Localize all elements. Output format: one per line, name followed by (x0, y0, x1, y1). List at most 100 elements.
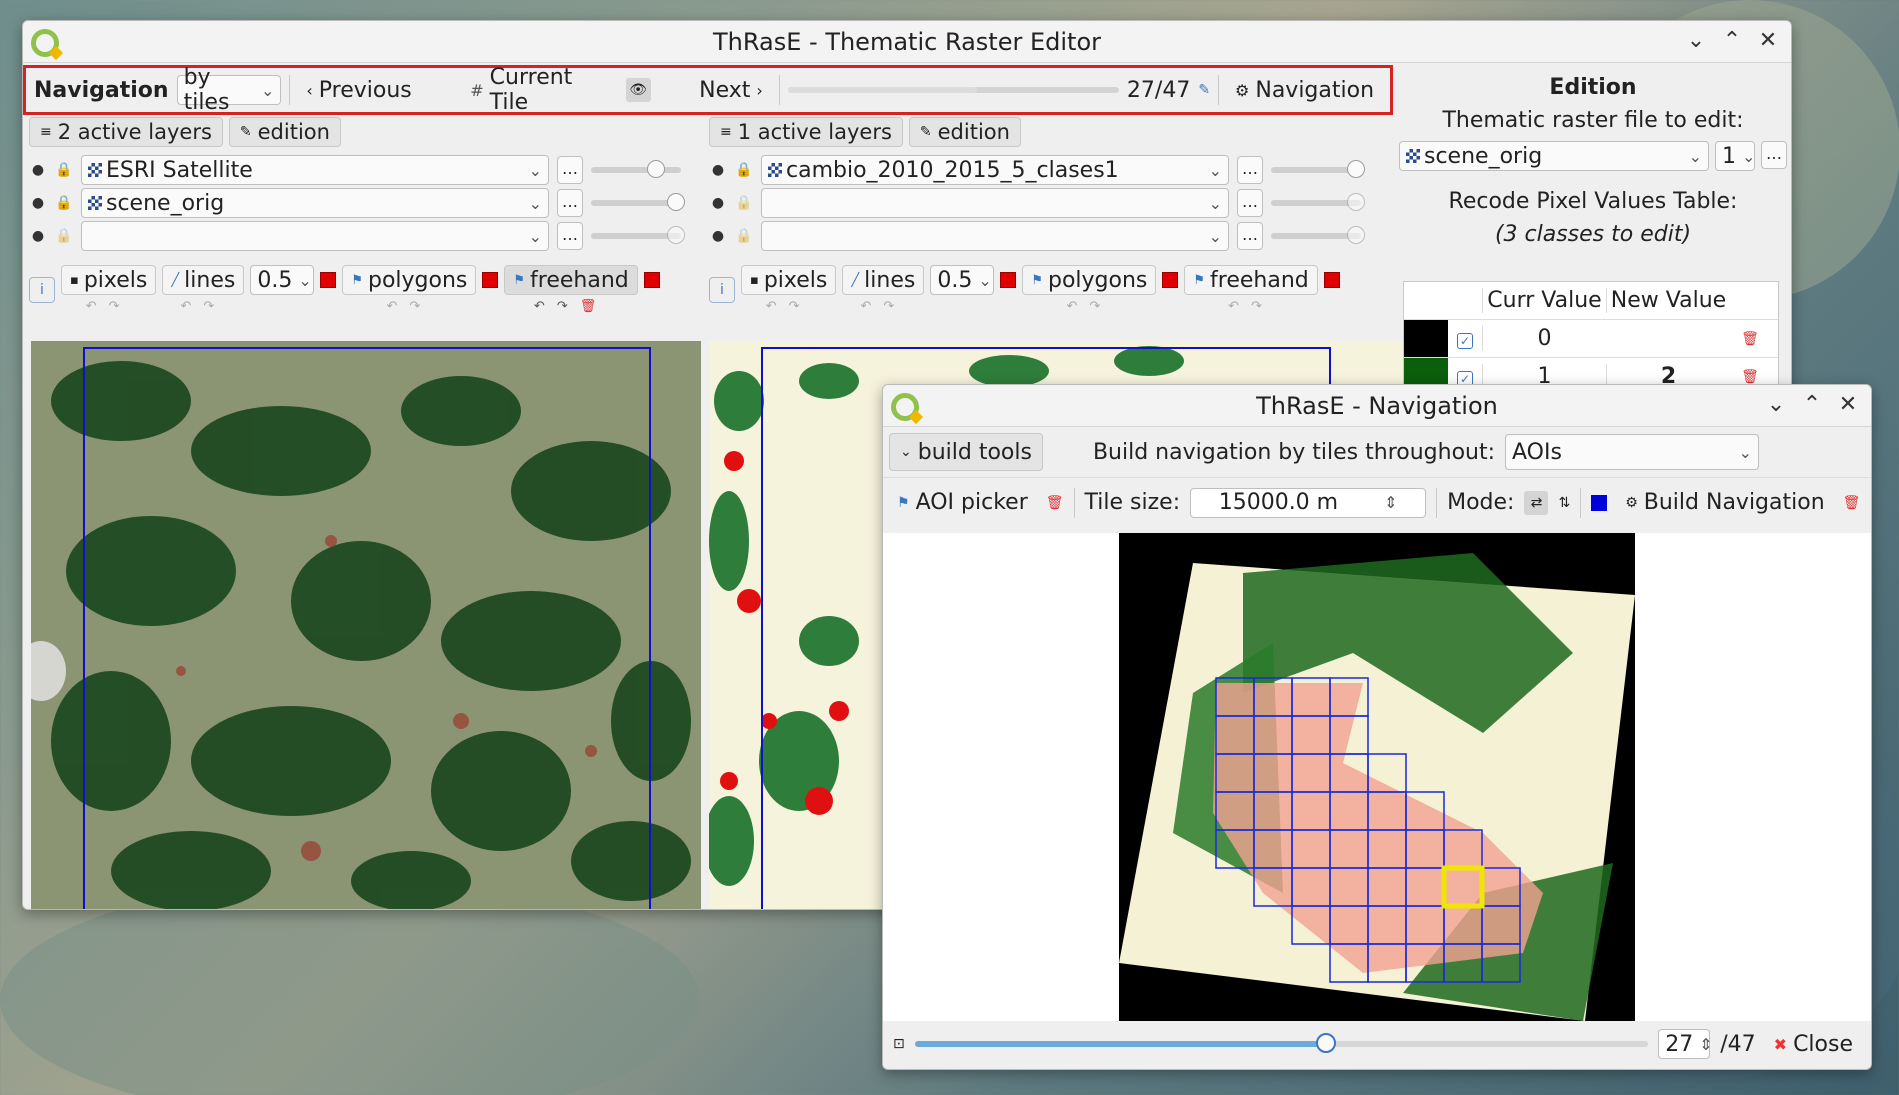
opacity-slider[interactable] (1271, 193, 1365, 211)
maximize-icon[interactable]: ⌃ (1721, 27, 1743, 55)
undo-redo-icons[interactable]: ↶↷ (1228, 299, 1274, 314)
trash-icon[interactable]: 🗑 (1843, 495, 1861, 511)
undo-redo-icons[interactable]: ↶↷ (1066, 299, 1112, 314)
opacity-slider[interactable] (591, 193, 685, 211)
thematic-file-select[interactable]: scene_orig ⌄ (1399, 141, 1709, 171)
tile-number-spinbox[interactable]: 27 ⇕ (1658, 1029, 1713, 1059)
layer-browse-button[interactable]: … (557, 222, 583, 250)
polygons-tool-button[interactable]: ⚑ polygons (342, 265, 477, 295)
eye-icon[interactable]: ● (709, 228, 727, 244)
aoi-picker-button[interactable]: ⚑ AOI picker (889, 490, 1036, 515)
lines-tool-button[interactable]: ╱ lines (842, 265, 925, 295)
eye-icon[interactable]: 👁 (625, 78, 651, 102)
active-layers-button[interactable]: ≡ 1 active layers (709, 117, 903, 147)
thematic-file-browse-button[interactable]: … (1761, 141, 1787, 169)
layer-select[interactable]: cambio_2010_2015_5_clases1 ⌄ (761, 155, 1229, 185)
build-by-select[interactable]: AOIs ⌄ (1505, 434, 1760, 470)
line-width-spinbox[interactable]: 0.5 ⌄ (250, 265, 315, 295)
info-icon[interactable]: i (29, 277, 55, 303)
undo-redo-icons[interactable]: ↶↷ (386, 299, 432, 314)
navigation-map-canvas[interactable] (883, 533, 1871, 1021)
left-map-canvas[interactable] (23, 341, 701, 909)
navigation-titlebar[interactable]: ThRasE - Navigation ⌄ ⌃ ✕ (883, 385, 1871, 427)
lock-icon[interactable]: 🔒 (55, 228, 73, 244)
trash-icon[interactable]: 🗑 (1730, 331, 1770, 347)
eye-icon[interactable]: ● (29, 162, 47, 178)
main-titlebar[interactable]: ThRasE - Thematic Raster Editor ⌄ ⌃ ✕ (23, 21, 1791, 63)
undo-redo-icons[interactable]: ↶↷ (86, 299, 132, 314)
trash-icon[interactable]: 🗑 (1730, 369, 1770, 385)
polygon-color-swatch[interactable] (482, 272, 499, 288)
band-select[interactable]: 1 ⌄ (1715, 141, 1755, 171)
previous-tile-button[interactable]: ‹ Previous (298, 78, 419, 103)
row-checkbox[interactable]: ✓ (1457, 333, 1473, 349)
info-icon[interactable]: i (709, 277, 735, 303)
lock-icon[interactable]: 🔒 (735, 162, 753, 178)
eye-icon[interactable]: ● (709, 195, 727, 211)
pin-icon[interactable]: ✎ (1198, 82, 1210, 98)
vertical-mode-icon[interactable]: ⇅ (1558, 495, 1570, 511)
line-width-spinbox[interactable]: 0.5 ⌄ (930, 265, 995, 295)
opacity-slider[interactable] (1271, 226, 1365, 244)
eye-icon[interactable]: ● (709, 162, 727, 178)
minimize-icon[interactable]: ⌄ (1765, 391, 1787, 419)
freehand-color-swatch[interactable] (1323, 272, 1340, 288)
polygon-color-swatch[interactable] (1162, 272, 1179, 288)
line-color-swatch[interactable] (1000, 272, 1017, 288)
opacity-slider[interactable] (591, 226, 685, 244)
close-dialog-button[interactable]: ✖ Close (1766, 1032, 1861, 1057)
tile-slider-knob[interactable] (1315, 1033, 1336, 1053)
undo-redo-icons[interactable]: ↶↷ (180, 299, 226, 314)
zoom-fit-icon[interactable]: ⊡ (893, 1036, 905, 1052)
layer-browse-button[interactable]: … (1237, 156, 1263, 184)
layer-select[interactable]: ESRI Satellite ⌄ (81, 155, 549, 185)
build-tools-button[interactable]: ⌄ build tools (889, 433, 1043, 471)
open-navigation-button[interactable]: ⚙ Navigation (1227, 78, 1382, 103)
tile-slider[interactable] (914, 1033, 1649, 1053)
freehand-color-swatch[interactable] (643, 272, 660, 288)
lock-icon[interactable]: 🔒 (55, 195, 73, 211)
edition-toggle-button[interactable]: ✎ edition (228, 117, 341, 147)
layer-select[interactable]: ⌄ (761, 188, 1229, 218)
tile-color-swatch[interactable] (1591, 494, 1608, 511)
lock-icon[interactable]: 🔒 (55, 162, 73, 178)
trash-icon[interactable]: 🗑 (1046, 495, 1064, 511)
layer-browse-button[interactable]: … (1237, 189, 1263, 217)
opacity-slider[interactable] (1271, 160, 1365, 178)
maximize-icon[interactable]: ⌃ (1801, 391, 1823, 419)
eye-icon[interactable]: ● (29, 195, 47, 211)
polygons-tool-button[interactable]: ⚑ polygons (1022, 265, 1157, 295)
lock-icon[interactable]: 🔒 (735, 195, 753, 211)
active-layers-button[interactable]: ≡ 2 active layers (29, 117, 223, 147)
next-tile-button[interactable]: Next › (691, 78, 771, 103)
pixels-tool-button[interactable]: ▪ pixels (741, 265, 837, 295)
pixel-icon: ▪ (750, 272, 759, 288)
lock-icon[interactable]: 🔒 (735, 228, 753, 244)
close-icon[interactable]: ✕ (1757, 27, 1779, 55)
layer-select[interactable]: ⌄ (81, 221, 549, 251)
minimize-icon[interactable]: ⌄ (1685, 27, 1707, 55)
tile-size-spinbox[interactable]: 15000.0 m ⇕ (1190, 487, 1427, 518)
freehand-tool-button[interactable]: ⚑ freehand (1184, 265, 1318, 295)
lines-tool-button[interactable]: ╱ lines (162, 265, 245, 295)
class-color-swatch[interactable] (1404, 320, 1448, 357)
undo-redo-icons[interactable]: ↶↷🗑 (534, 299, 608, 314)
undo-redo-icons[interactable]: ↶↷ (860, 299, 906, 314)
eye-icon[interactable]: ● (29, 228, 47, 244)
current-tile-button[interactable]: # Current Tile (462, 65, 618, 115)
layer-browse-button[interactable]: … (1237, 222, 1263, 250)
layer-browse-button[interactable]: … (557, 156, 583, 184)
undo-redo-icons[interactable]: ↶↷ (766, 299, 812, 314)
build-navigation-button[interactable]: ⚙ Build Navigation (1617, 490, 1832, 515)
opacity-slider[interactable] (591, 160, 681, 178)
navigation-mode-select[interactable]: by tiles ⌄ (176, 65, 282, 115)
layer-select[interactable]: scene_orig ⌄ (81, 188, 549, 218)
freehand-tool-button[interactable]: ⚑ freehand (504, 265, 638, 295)
horizontal-mode-icon[interactable]: ⇄ (1524, 490, 1549, 515)
layer-select[interactable]: ⌄ (761, 221, 1229, 251)
line-color-swatch[interactable] (320, 272, 337, 288)
layer-browse-button[interactable]: … (557, 189, 583, 217)
pixels-tool-button[interactable]: ▪ pixels (61, 265, 157, 295)
close-icon[interactable]: ✕ (1837, 391, 1859, 419)
edition-toggle-button[interactable]: ✎ edition (908, 117, 1021, 147)
